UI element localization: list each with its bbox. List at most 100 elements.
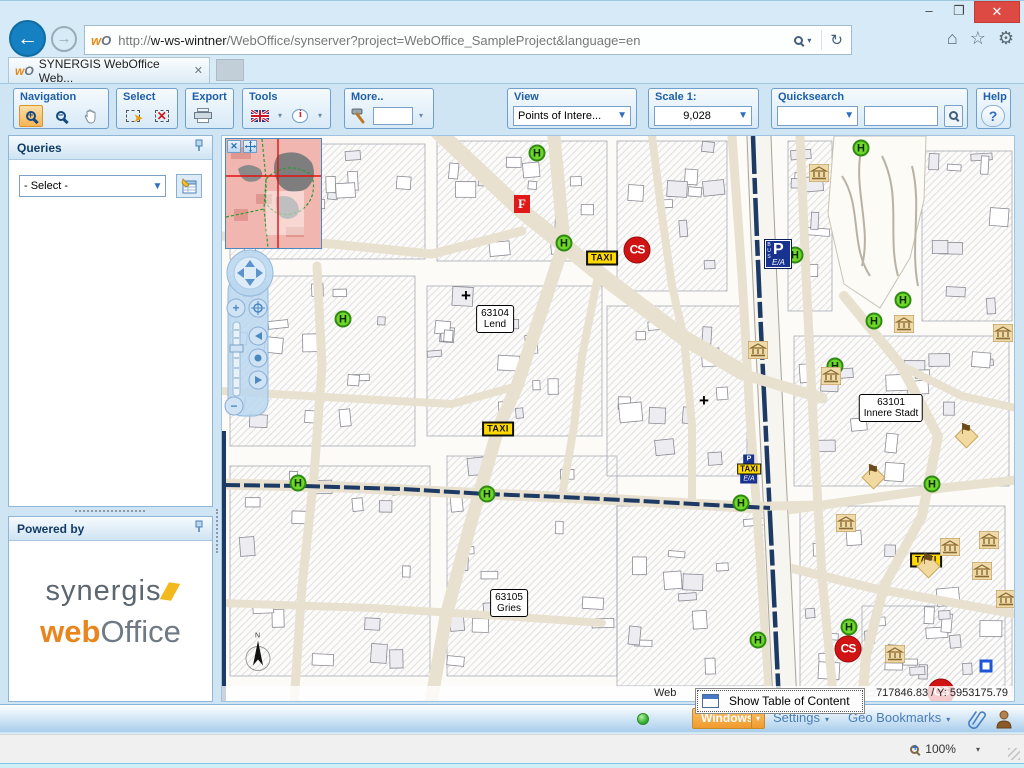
- map-marker-h[interactable]: H: [866, 313, 883, 330]
- user-avatar-icon[interactable]: [995, 709, 1013, 734]
- map-marker-flag[interactable]: ⚑: [918, 556, 938, 576]
- quicksearch-input[interactable]: [864, 106, 938, 126]
- map-marker-north[interactable]: N: [243, 639, 273, 678]
- query-select[interactable]: - Select - ▼: [19, 175, 166, 197]
- settings-gear-icon[interactable]: ⚙: [998, 28, 1014, 49]
- map-marker-flag[interactable]: ⚑: [956, 426, 976, 446]
- map-canvas[interactable]: ✕ +: [221, 135, 1015, 702]
- back-button[interactable]: ←: [9, 20, 46, 57]
- tab-bar: wO SYNERGIS WebOffice Web... ✕: [0, 56, 1024, 83]
- map-marker-h[interactable]: H: [733, 495, 750, 512]
- sidebar-splitter-vertical[interactable]: [216, 509, 218, 553]
- zoom-out-button[interactable]: −: [49, 105, 73, 127]
- map-marker-h[interactable]: H: [335, 311, 352, 328]
- info-tool-button[interactable]: [288, 105, 312, 127]
- map-marker-taxi[interactable]: TAXI: [482, 422, 514, 437]
- quicksearch-select[interactable]: ▼: [777, 106, 858, 126]
- show-toc-popup[interactable]: Show Table of Content: [695, 688, 865, 714]
- group-label: Select: [123, 91, 177, 103]
- info-dropdown-icon[interactable]: ▾: [318, 111, 322, 120]
- help-button[interactable]: ?: [981, 105, 1005, 127]
- map-marker-museum[interactable]: [996, 590, 1015, 608]
- close-button[interactable]: ✕: [974, 1, 1020, 23]
- map-marker-h[interactable]: H: [924, 476, 941, 493]
- pan-hand-button[interactable]: [79, 105, 103, 127]
- map-marker-arealabel[interactable]: 63105Gries: [490, 589, 528, 617]
- window-bottom-edge: [0, 763, 1024, 768]
- view-select[interactable]: Points of Intere... ▼: [513, 106, 631, 126]
- overview-map[interactable]: ✕: [225, 138, 322, 249]
- map-marker-museum[interactable]: [979, 531, 999, 549]
- map-marker-taxi[interactable]: TAXI: [586, 251, 618, 266]
- map-marker-parking[interactable]: BUSPE/A: [764, 239, 792, 269]
- map-marker-h[interactable]: H: [895, 292, 912, 309]
- map-marker-taxibus[interactable]: PTAXIE/A: [737, 455, 761, 484]
- map-marker-h[interactable]: H: [290, 475, 307, 492]
- map-marker-flag[interactable]: ⚑: [863, 467, 883, 487]
- map-marker-h[interactable]: H: [529, 145, 546, 162]
- app-viewport: Navigation + − Select ➤ Export Tools: [0, 83, 1024, 733]
- map-marker-h[interactable]: H: [479, 486, 496, 503]
- favorites-icon[interactable]: ☆: [970, 28, 986, 49]
- zoom-in-button[interactable]: +: [19, 105, 43, 127]
- map-marker-f[interactable]: F: [514, 195, 530, 213]
- scale-combo[interactable]: 9,028 ▼: [654, 106, 752, 126]
- tab-synergis-weboffice[interactable]: wO SYNERGIS WebOffice Web... ✕: [8, 57, 210, 83]
- map-marker-museum[interactable]: [940, 538, 960, 556]
- map-marker-museum[interactable]: [836, 514, 856, 532]
- map-marker-cs[interactable]: CS: [624, 237, 651, 264]
- map-marker-cs[interactable]: CS: [835, 636, 862, 663]
- map-marker-h[interactable]: H: [853, 140, 870, 157]
- zoom-caret-icon[interactable]: ▾: [976, 745, 980, 754]
- map-marker-h[interactable]: H: [750, 632, 767, 649]
- queries-panel-header[interactable]: Queries: [9, 136, 212, 160]
- maximize-button[interactable]: ❐: [944, 1, 974, 23]
- hammer-icon[interactable]: [350, 108, 367, 124]
- clear-selection-button[interactable]: [151, 105, 174, 127]
- language-dropdown-icon[interactable]: ▾: [278, 111, 282, 120]
- logo-web-text: web: [40, 614, 100, 649]
- overview-move-icon[interactable]: [243, 140, 257, 153]
- select-button[interactable]: ➤: [122, 105, 145, 127]
- quicksearch-go-button[interactable]: [944, 105, 963, 127]
- map-marker-cross[interactable]: +: [461, 286, 471, 306]
- attachment-paperclip-icon[interactable]: [968, 709, 986, 734]
- map-marker-museum[interactable]: [748, 341, 768, 359]
- map-marker-bluesq[interactable]: [980, 660, 993, 673]
- map-navigation-widget[interactable]: + −: [224, 248, 276, 425]
- language-flag-button[interactable]: [248, 105, 272, 127]
- map-marker-museum[interactable]: [972, 562, 992, 580]
- overview-close-icon[interactable]: ✕: [227, 140, 241, 153]
- query-form-button[interactable]: [176, 174, 202, 198]
- print-button[interactable]: [191, 105, 215, 127]
- map-marker-arealabel[interactable]: 63101Innere Stadt: [859, 394, 923, 422]
- map-marker-cross[interactable]: +: [699, 391, 709, 411]
- resize-grip[interactable]: [1008, 748, 1020, 760]
- home-icon[interactable]: ⌂: [947, 28, 958, 49]
- map-marker-museum[interactable]: [821, 367, 841, 385]
- forward-button[interactable]: →: [51, 26, 77, 52]
- app-taskbar: Windows ▾ Settings▾ Geo Bookmarks▾: [0, 704, 1024, 732]
- map-marker-h[interactable]: H: [841, 619, 858, 636]
- map-marker-museum[interactable]: [809, 164, 829, 182]
- tab-close-icon[interactable]: ✕: [194, 64, 203, 77]
- search-icon[interactable]: [794, 36, 803, 45]
- map-marker-museum[interactable]: [885, 645, 905, 663]
- panel-splitter-horizontal[interactable]: [75, 510, 145, 514]
- map-marker-arealabel[interactable]: 63104Lend: [476, 305, 514, 333]
- map-marker-h[interactable]: H: [556, 235, 573, 252]
- pin-icon[interactable]: [194, 520, 204, 538]
- more-tools-combo[interactable]: [373, 107, 413, 125]
- map-marker-museum[interactable]: [993, 324, 1013, 342]
- site-favicon: wO: [91, 33, 111, 48]
- more-dropdown-icon[interactable]: ▾: [419, 111, 423, 120]
- pin-icon[interactable]: [194, 139, 204, 157]
- search-caret-icon[interactable]: ▾: [807, 36, 811, 45]
- refresh-icon[interactable]: ↻: [830, 31, 843, 49]
- page-zoom-control[interactable]: + 100% ▾: [910, 742, 980, 756]
- new-tab-button[interactable]: [216, 59, 244, 81]
- minimize-button[interactable]: –: [914, 1, 944, 23]
- powered-panel-header[interactable]: Powered by: [9, 517, 212, 541]
- map-marker-museum[interactable]: [894, 315, 914, 333]
- address-bar[interactable]: wO http://w-ws-wintner/WebOffice/synserv…: [84, 25, 852, 55]
